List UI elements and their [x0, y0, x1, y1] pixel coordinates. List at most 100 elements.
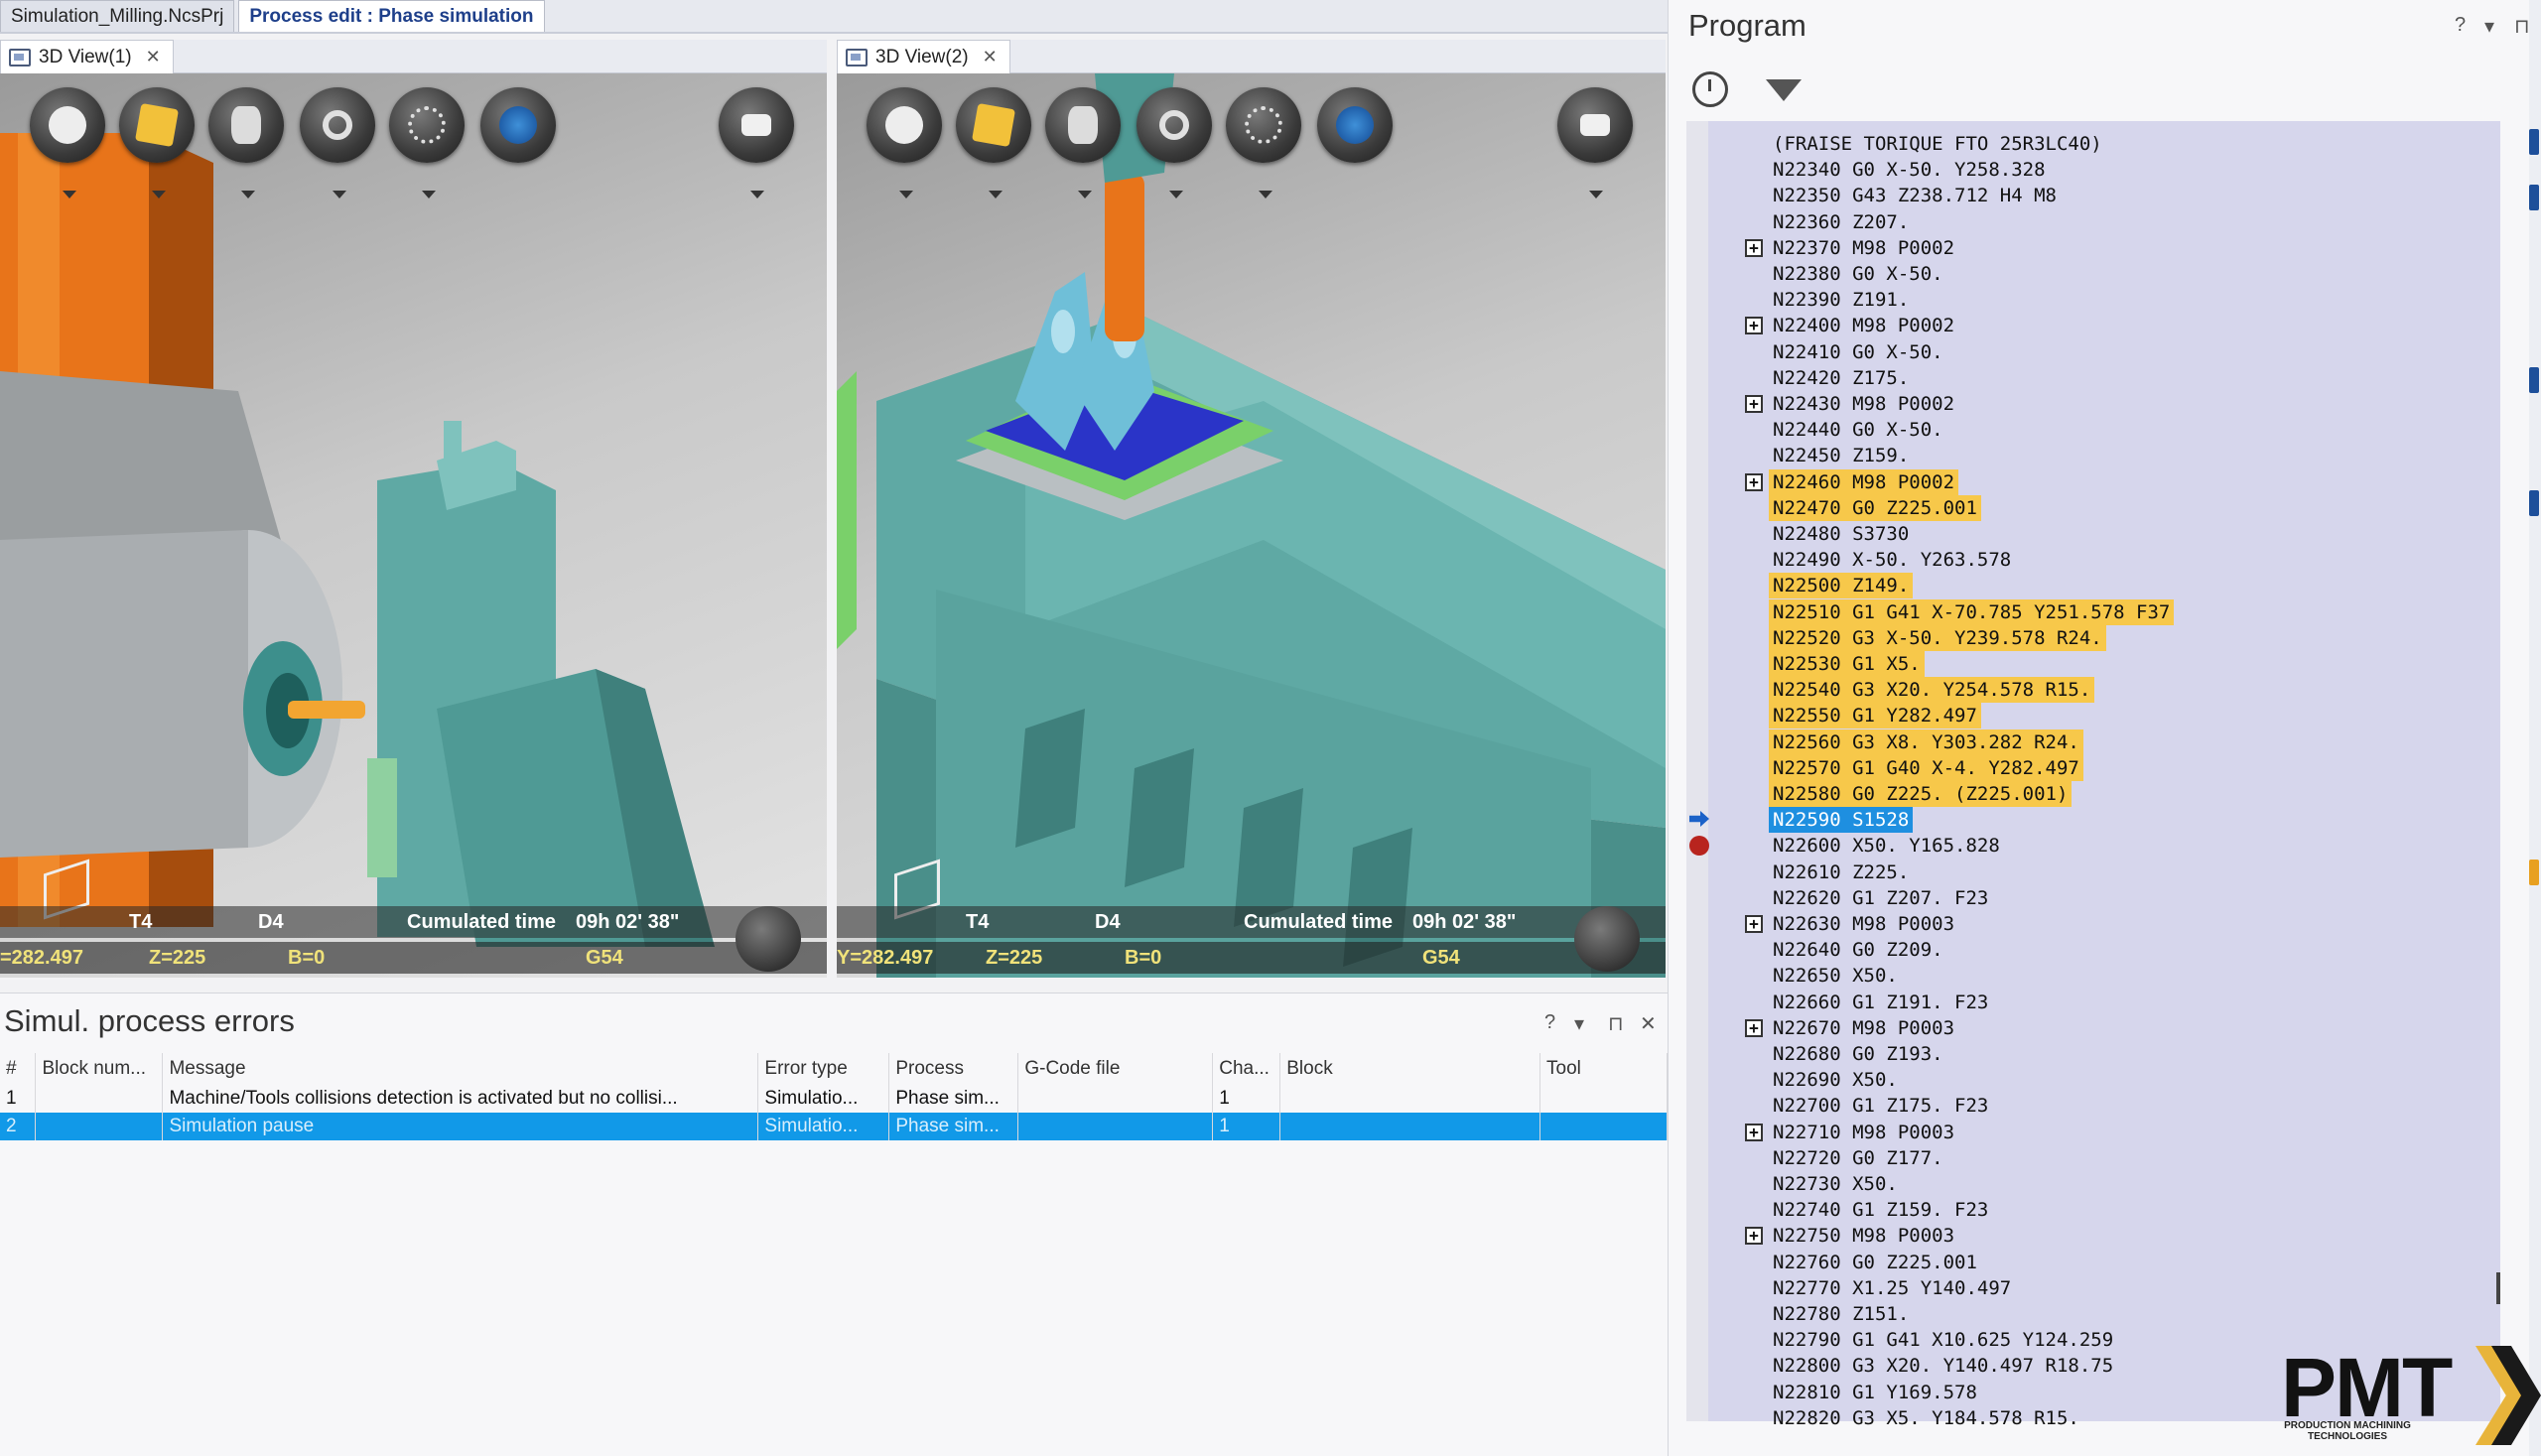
- help-icon[interactable]: ?: [1544, 1011, 1555, 1034]
- machine-state-button[interactable]: [736, 906, 801, 972]
- program-line[interactable]: N22450 Z159.: [1769, 443, 1913, 468]
- program-line[interactable]: N22550 G1 Y282.497: [1769, 703, 1981, 728]
- solid-display-button[interactable]: [119, 87, 195, 163]
- program-line[interactable]: N22480 S3730: [1769, 521, 1913, 547]
- solid-display-button[interactable]: [956, 87, 1031, 163]
- expand-icon[interactable]: +: [1745, 473, 1763, 491]
- column-header[interactable]: G-Code file: [1017, 1053, 1214, 1085]
- pin-icon[interactable]: ⊓: [2514, 14, 2530, 39]
- chevron-down-icon[interactable]: [422, 191, 436, 199]
- view-home-button[interactable]: [867, 87, 942, 163]
- program-line[interactable]: N22810 G1 Y169.578: [1769, 1380, 1981, 1405]
- chevron-down-icon[interactable]: [989, 191, 1003, 199]
- camera-button[interactable]: [719, 87, 794, 163]
- program-line[interactable]: N22510 G1 G41 X-70.785 Y251.578 F37: [1769, 599, 2175, 625]
- chevron-down-icon[interactable]: [1078, 191, 1092, 199]
- column-header[interactable]: Tool: [1539, 1053, 1668, 1085]
- rotate-view-button[interactable]: [480, 87, 556, 163]
- chevron-down-icon[interactable]: [63, 191, 76, 199]
- doc-tab-process-edit[interactable]: Process edit : Phase simulation: [238, 0, 545, 32]
- program-line[interactable]: N22560 G3 X8. Y303.282 R24.: [1769, 729, 2083, 755]
- program-line[interactable]: N22680 G0 Z193.: [1769, 1041, 1947, 1067]
- program-line[interactable]: N22820 G3 X5. Y184.578 R15.: [1769, 1405, 2083, 1431]
- program-line[interactable]: N22660 G1 Z191. F23: [1769, 990, 1992, 1015]
- machine-state-button[interactable]: [1574, 906, 1640, 972]
- column-header[interactable]: Message: [162, 1053, 759, 1085]
- 3d-scene[interactable]: T4 D4 Cumulated time 09h 02' 38" =282.49…: [0, 73, 827, 978]
- close-icon[interactable]: ✕: [983, 47, 998, 67]
- close-icon[interactable]: ✕: [146, 47, 161, 67]
- expand-icon[interactable]: +: [1745, 1019, 1763, 1037]
- program-line[interactable]: N22520 G3 X-50. Y239.578 R24.: [1769, 625, 2106, 651]
- chevron-down-icon[interactable]: [152, 191, 166, 199]
- column-header[interactable]: Cha...: [1212, 1053, 1281, 1085]
- chevron-down-icon[interactable]: [1169, 191, 1183, 199]
- program-line[interactable]: N22420 Z175.: [1769, 365, 1913, 391]
- program-line[interactable]: N22360 Z207.: [1769, 209, 1913, 235]
- side-tool[interactable]: [2529, 490, 2539, 516]
- program-line[interactable]: (FRAISE TORIQUE FTO 25R3LC40): [1769, 131, 2106, 157]
- program-line[interactable]: N22580 G0 Z225. (Z225.001): [1769, 781, 2073, 807]
- view-home-button[interactable]: [30, 87, 105, 163]
- program-line[interactable]: N22470 G0 Z225.001: [1769, 495, 1981, 521]
- help-icon[interactable]: ?: [2455, 14, 2466, 37]
- program-line[interactable]: N22440 G0 X-50.: [1769, 417, 1947, 443]
- program-line[interactable]: N22640 G0 Z209.: [1769, 937, 1947, 963]
- 3d-scene[interactable]: T4 D4 Cumulated time 09h 02' 38" Y=282.4…: [837, 73, 1666, 978]
- program-line[interactable]: N22690 X50.: [1769, 1067, 1902, 1093]
- program-line[interactable]: N22790 G1 G41 X10.625 Y124.259: [1769, 1327, 2117, 1353]
- program-line[interactable]: N22750 M98 P0003: [1769, 1223, 1958, 1249]
- expand-icon[interactable]: +: [1745, 1124, 1763, 1141]
- program-line[interactable]: N22570 G1 G40 X-4. Y282.497: [1769, 755, 2083, 781]
- program-line[interactable]: N22380 G0 X-50.: [1769, 261, 1947, 287]
- scrollbar[interactable]: [2496, 1272, 2500, 1304]
- program-line[interactable]: N22620 G1 Z207. F23: [1769, 885, 1992, 911]
- program-line[interactable]: N22540 G3 X20. Y254.578 R15.: [1769, 677, 2095, 703]
- selection-button[interactable]: [389, 87, 465, 163]
- program-line[interactable]: N22650 X50.: [1769, 963, 1902, 989]
- program-line[interactable]: N22600 X50. Y165.828: [1769, 833, 2004, 859]
- program-line[interactable]: N22430 M98 P0002: [1769, 391, 1958, 417]
- program-line[interactable]: N22800 G3 X20. Y140.497 R18.75: [1769, 1353, 2117, 1379]
- program-line[interactable]: N22720 G0 Z177.: [1769, 1145, 1947, 1171]
- gutter[interactable]: [1686, 121, 1708, 1421]
- chevron-down-icon[interactable]: ▾: [2484, 14, 2494, 39]
- program-line[interactable]: N22340 G0 X-50. Y258.328: [1769, 157, 2050, 183]
- program-line[interactable]: N22710 M98 P0003: [1769, 1120, 1958, 1145]
- program-line[interactable]: N22410 G0 X-50.: [1769, 339, 1947, 365]
- tab-3d-view-1[interactable]: 3D View(1) ✕: [0, 40, 174, 73]
- chevron-down-icon[interactable]: [899, 191, 913, 199]
- chevron-down-icon[interactable]: ▾: [1574, 1011, 1584, 1036]
- program-line[interactable]: N22610 Z225.: [1769, 860, 1913, 885]
- program-line[interactable]: N22390 Z191.: [1769, 287, 1913, 313]
- tab-3d-view-2[interactable]: 3D View(2) ✕: [837, 40, 1010, 73]
- zoom-button[interactable]: [300, 87, 375, 163]
- expand-icon[interactable]: +: [1745, 1227, 1763, 1245]
- stock-display-button[interactable]: [208, 87, 284, 163]
- filter-icon[interactable]: [1766, 79, 1802, 101]
- expand-icon[interactable]: +: [1745, 239, 1763, 257]
- program-line[interactable]: N22530 G1 X5.: [1769, 651, 1925, 677]
- rotate-view-button[interactable]: [1317, 87, 1393, 163]
- program-line[interactable]: N22490 X-50. Y263.578: [1769, 547, 2015, 573]
- selection-button[interactable]: [1226, 87, 1301, 163]
- pin-icon[interactable]: ⊓: [1608, 1011, 1624, 1036]
- program-line[interactable]: N22460 M98 P0002: [1769, 469, 1959, 495]
- doc-tab-project[interactable]: Simulation_Milling.NcsPrj: [0, 0, 235, 32]
- camera-button[interactable]: [1557, 87, 1633, 163]
- close-icon[interactable]: ✕: [1640, 1011, 1657, 1036]
- zoom-button[interactable]: [1137, 87, 1212, 163]
- table-row[interactable]: 1 Machine/Tools collisions detection is …: [0, 1085, 1668, 1113]
- column-header[interactable]: Error type: [757, 1053, 890, 1085]
- side-tool[interactable]: [2529, 367, 2539, 393]
- program-line[interactable]: N22630 M98 P0003: [1769, 911, 1958, 937]
- side-tool[interactable]: [2529, 860, 2539, 885]
- expand-icon[interactable]: +: [1745, 317, 1763, 334]
- column-header[interactable]: Process: [888, 1053, 1019, 1085]
- side-tool[interactable]: [2529, 129, 2539, 155]
- chevron-down-icon[interactable]: [1589, 191, 1603, 199]
- table-row[interactable]: 2 Simulation pause Simulatio... Phase si…: [0, 1113, 1668, 1140]
- chevron-down-icon[interactable]: [241, 191, 255, 199]
- column-header[interactable]: Block num...: [35, 1053, 164, 1085]
- program-line[interactable]: N22730 X50.: [1769, 1171, 1902, 1197]
